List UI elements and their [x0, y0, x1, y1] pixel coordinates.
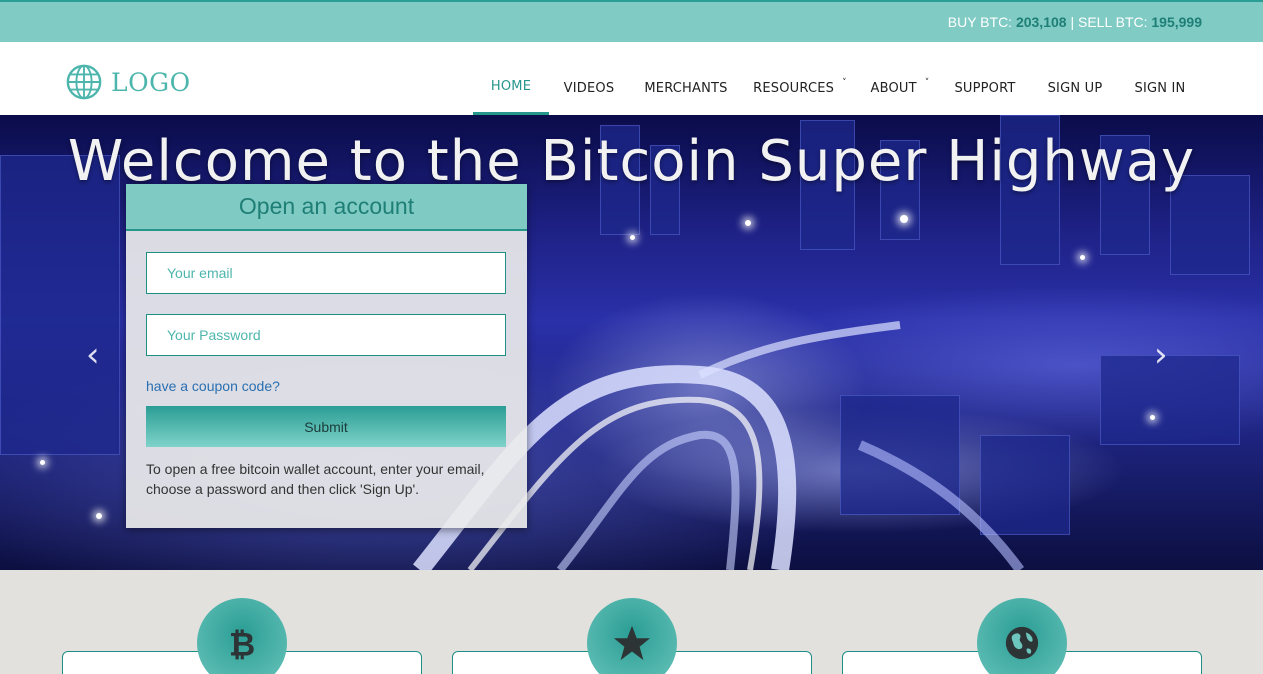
carousel-next-button[interactable]: ›	[1154, 335, 1168, 375]
top-ticker-bar: BUY BTC: 203,108 | SELL BTC: 195,999	[0, 0, 1263, 42]
ticker-separator: |	[1070, 14, 1075, 30]
star-icon	[613, 625, 651, 661]
price-ticker: BUY BTC: 203,108 | SELL BTC: 195,999	[948, 14, 1202, 30]
svg-text:₿: ₿	[229, 625, 255, 662]
nav-support-label: SUPPORT	[954, 80, 1016, 96]
logo-text: LOGO	[111, 67, 191, 97]
light-flare	[96, 513, 102, 519]
light-flare	[40, 460, 45, 465]
signup-help-text: To open a free bitcoin wallet account, e…	[146, 461, 485, 497]
nav-videos-label: VIDEOS	[563, 80, 615, 96]
nav-sign-up[interactable]: SIGN UP	[1040, 42, 1110, 115]
nav-videos[interactable]: VIDEOS	[552, 42, 626, 115]
light-flare	[1080, 255, 1085, 260]
feature-circle-globe	[977, 598, 1067, 674]
light-flare	[630, 235, 635, 240]
nav-sign-in[interactable]: SIGN IN	[1125, 42, 1195, 115]
signup-heading: Open an account	[126, 184, 527, 231]
nav-sign-in-label: SIGN IN	[1134, 80, 1186, 96]
chevron-down-icon: ˅	[924, 78, 930, 88]
buy-label: BUY BTC:	[947, 14, 1013, 30]
nav-support[interactable]: SUPPORT	[947, 42, 1023, 115]
nav-home[interactable]: HOME	[473, 42, 549, 115]
nav-sign-up-label: SIGN UP	[1047, 80, 1103, 96]
nav-resources-label: RESOURCES	[753, 80, 835, 96]
password-field[interactable]	[146, 314, 506, 356]
nav-home-label: HOME	[490, 79, 532, 94]
globe-icon	[66, 64, 102, 100]
coupon-code-link[interactable]: have a coupon code?	[146, 378, 280, 394]
nav-resources[interactable]: RESOURCES ˅	[748, 42, 852, 115]
email-field[interactable]	[146, 252, 506, 294]
sell-value: 195,999	[1151, 14, 1202, 30]
bitcoin-icon: ₿	[229, 625, 255, 662]
nav-merchants-label: MERCHANTS	[644, 80, 728, 96]
light-flare	[1150, 415, 1155, 420]
chevron-down-icon: ˅	[842, 78, 847, 88]
buy-value: 203,108	[1015, 14, 1067, 30]
main-navbar: LOGO HOME VIDEOS MERCHANTS RESOURCES ˅ A…	[0, 42, 1263, 115]
feature-circle-star	[587, 598, 677, 674]
nav-about-label: ABOUT	[870, 80, 917, 96]
signup-panel: Open an account have a coupon code? Subm…	[126, 184, 527, 528]
submit-button[interactable]: Submit	[146, 406, 506, 447]
sell-label: SELL BTC:	[1077, 14, 1148, 30]
globe-icon	[1005, 626, 1039, 660]
logo[interactable]: LOGO	[65, 63, 191, 101]
feature-circle-bitcoin: ₿	[197, 598, 287, 674]
light-flare	[900, 215, 908, 223]
carousel-prev-button[interactable]: ‹	[86, 335, 100, 375]
nav-about[interactable]: ABOUT ˅	[862, 42, 938, 115]
light-flare	[745, 220, 751, 226]
nav-merchants[interactable]: MERCHANTS	[636, 42, 736, 115]
